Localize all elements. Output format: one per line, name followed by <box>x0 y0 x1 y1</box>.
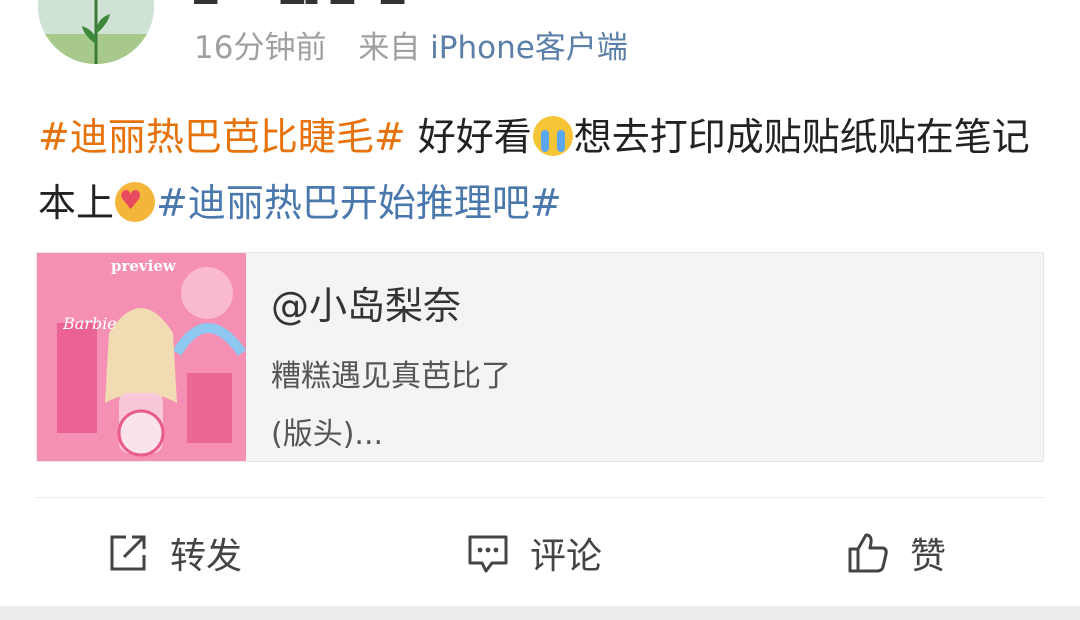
username-partial[interactable]: ▆▔ ▔▆▖▟▔▆▔ ▔ <box>194 0 504 4</box>
like-button[interactable]: 赞 <box>846 528 946 578</box>
bottom-separator <box>0 606 1080 620</box>
card-description-line1: 糟糕遇见真芭比了 <box>271 359 511 394</box>
topic-link-reasoning[interactable]: #迪丽热巴开始推理吧# <box>156 181 562 225</box>
card-description-line2: (版头)... <box>271 417 384 452</box>
device-link[interactable]: iPhone客户端 <box>430 30 628 66</box>
svg-text:Barbie: Barbie <box>62 314 117 333</box>
post-meta: 16分钟前 来自 iPhone客户端 <box>194 22 628 67</box>
comment-icon <box>468 535 508 573</box>
source-prefix: 来自 <box>358 30 421 66</box>
card-thumbnail: Barbie preview <box>37 253 246 461</box>
comment-button[interactable]: 评论 <box>466 528 602 578</box>
thumbs-up-icon <box>848 533 888 573</box>
topic-link-barbie-lashes[interactable]: #迪丽热巴芭比睫毛# <box>38 115 406 159</box>
card-user: @小岛梨奈 <box>271 284 462 328</box>
repost-label: 转发 <box>170 536 243 577</box>
repost-button[interactable]: 转发 <box>106 528 242 578</box>
post-time: 16分钟前 <box>194 30 327 66</box>
post-text-part1: 好好看 <box>405 115 532 159</box>
shared-post-card[interactable]: Barbie preview @小岛梨奈 糟糕遇见真芭比了 (版头)... <box>36 252 1044 462</box>
avatar[interactable] <box>38 0 154 64</box>
divider <box>36 497 1044 498</box>
like-label: 赞 <box>910 536 947 577</box>
heart-face-emoji-icon <box>115 182 156 222</box>
thumbnail-label: preview <box>111 257 176 275</box>
post-text: #迪丽热巴芭比睫毛# 好好看想去打印成贴贴纸贴在笔记本上#迪丽热巴开始推理吧# <box>38 104 1048 236</box>
comment-label: 评论 <box>530 536 603 577</box>
repost-icon <box>110 535 146 571</box>
crying-face-emoji-icon <box>532 116 573 156</box>
